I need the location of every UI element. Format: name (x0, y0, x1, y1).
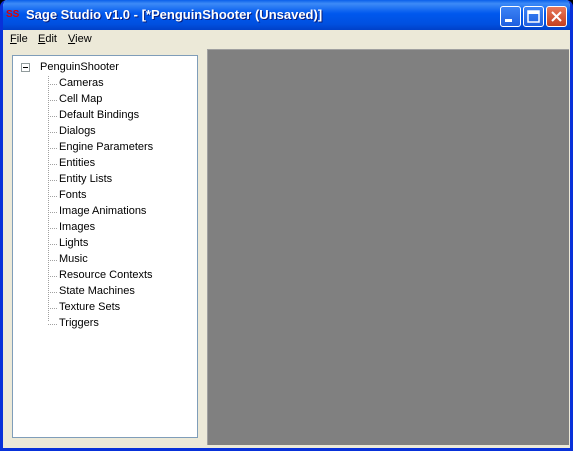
tree-item-label: Engine Parameters (59, 141, 154, 153)
tree-root-item[interactable]: PenguinShooter (40, 61, 119, 73)
title-bar[interactable]: SS Sage Studio v1.0 - [*PenguinShooter (… (3, 0, 570, 30)
tree-item-label: Image Animations (59, 205, 147, 217)
tree-item-label: Entity Lists (59, 173, 113, 185)
tree-item-label: Lights (59, 237, 89, 249)
window-title: Sage Studio v1.0 - [*PenguinShooter (Uns… (26, 7, 323, 22)
menu-file-label: ile (16, 33, 28, 45)
tree-item-label: Cameras (59, 77, 104, 89)
maximize-button[interactable] (523, 6, 544, 27)
editor-canvas[interactable] (207, 49, 569, 445)
tree-item-label: State Machines (59, 285, 135, 297)
close-icon (551, 11, 562, 22)
menu-edit-label: dit (45, 33, 57, 45)
maximize-icon (527, 10, 540, 23)
minimize-icon (505, 19, 512, 22)
app-icon[interactable]: SS (6, 8, 22, 22)
collapse-toggle-icon[interactable] (21, 63, 30, 72)
minimize-button[interactable] (500, 6, 521, 27)
menu-edit[interactable]: Edit (38, 33, 57, 45)
menu-view-label: iew (75, 33, 92, 45)
tree-item-label: Entities (59, 157, 96, 169)
close-button[interactable] (546, 6, 567, 27)
menu-file-accel: F (10, 33, 17, 45)
tree-item-label: Triggers (59, 317, 99, 329)
tree-item-label: Cell Map (59, 93, 103, 105)
tree-item-label: Images (59, 221, 96, 233)
tree-item-label: Dialogs (59, 125, 96, 137)
app-window: SS Sage Studio v1.0 - [*PenguinShooter (… (0, 0, 573, 451)
tree-item-label: Resource Contexts (59, 269, 153, 281)
tree-connector-line (48, 76, 49, 321)
menu-view[interactable]: View (68, 33, 92, 45)
tree-item-label: Music (59, 253, 88, 265)
panel-splitter[interactable] (200, 49, 206, 445)
menu-bar: File Edit View (3, 30, 570, 49)
project-tree[interactable]: PenguinShooter Cameras Cell Map Default … (12, 55, 198, 438)
tree-item-label: Texture Sets (59, 301, 121, 313)
menu-file[interactable]: File (10, 33, 28, 45)
tree-item-label: Fonts (59, 189, 87, 201)
tree-item-label: Default Bindings (59, 109, 140, 121)
